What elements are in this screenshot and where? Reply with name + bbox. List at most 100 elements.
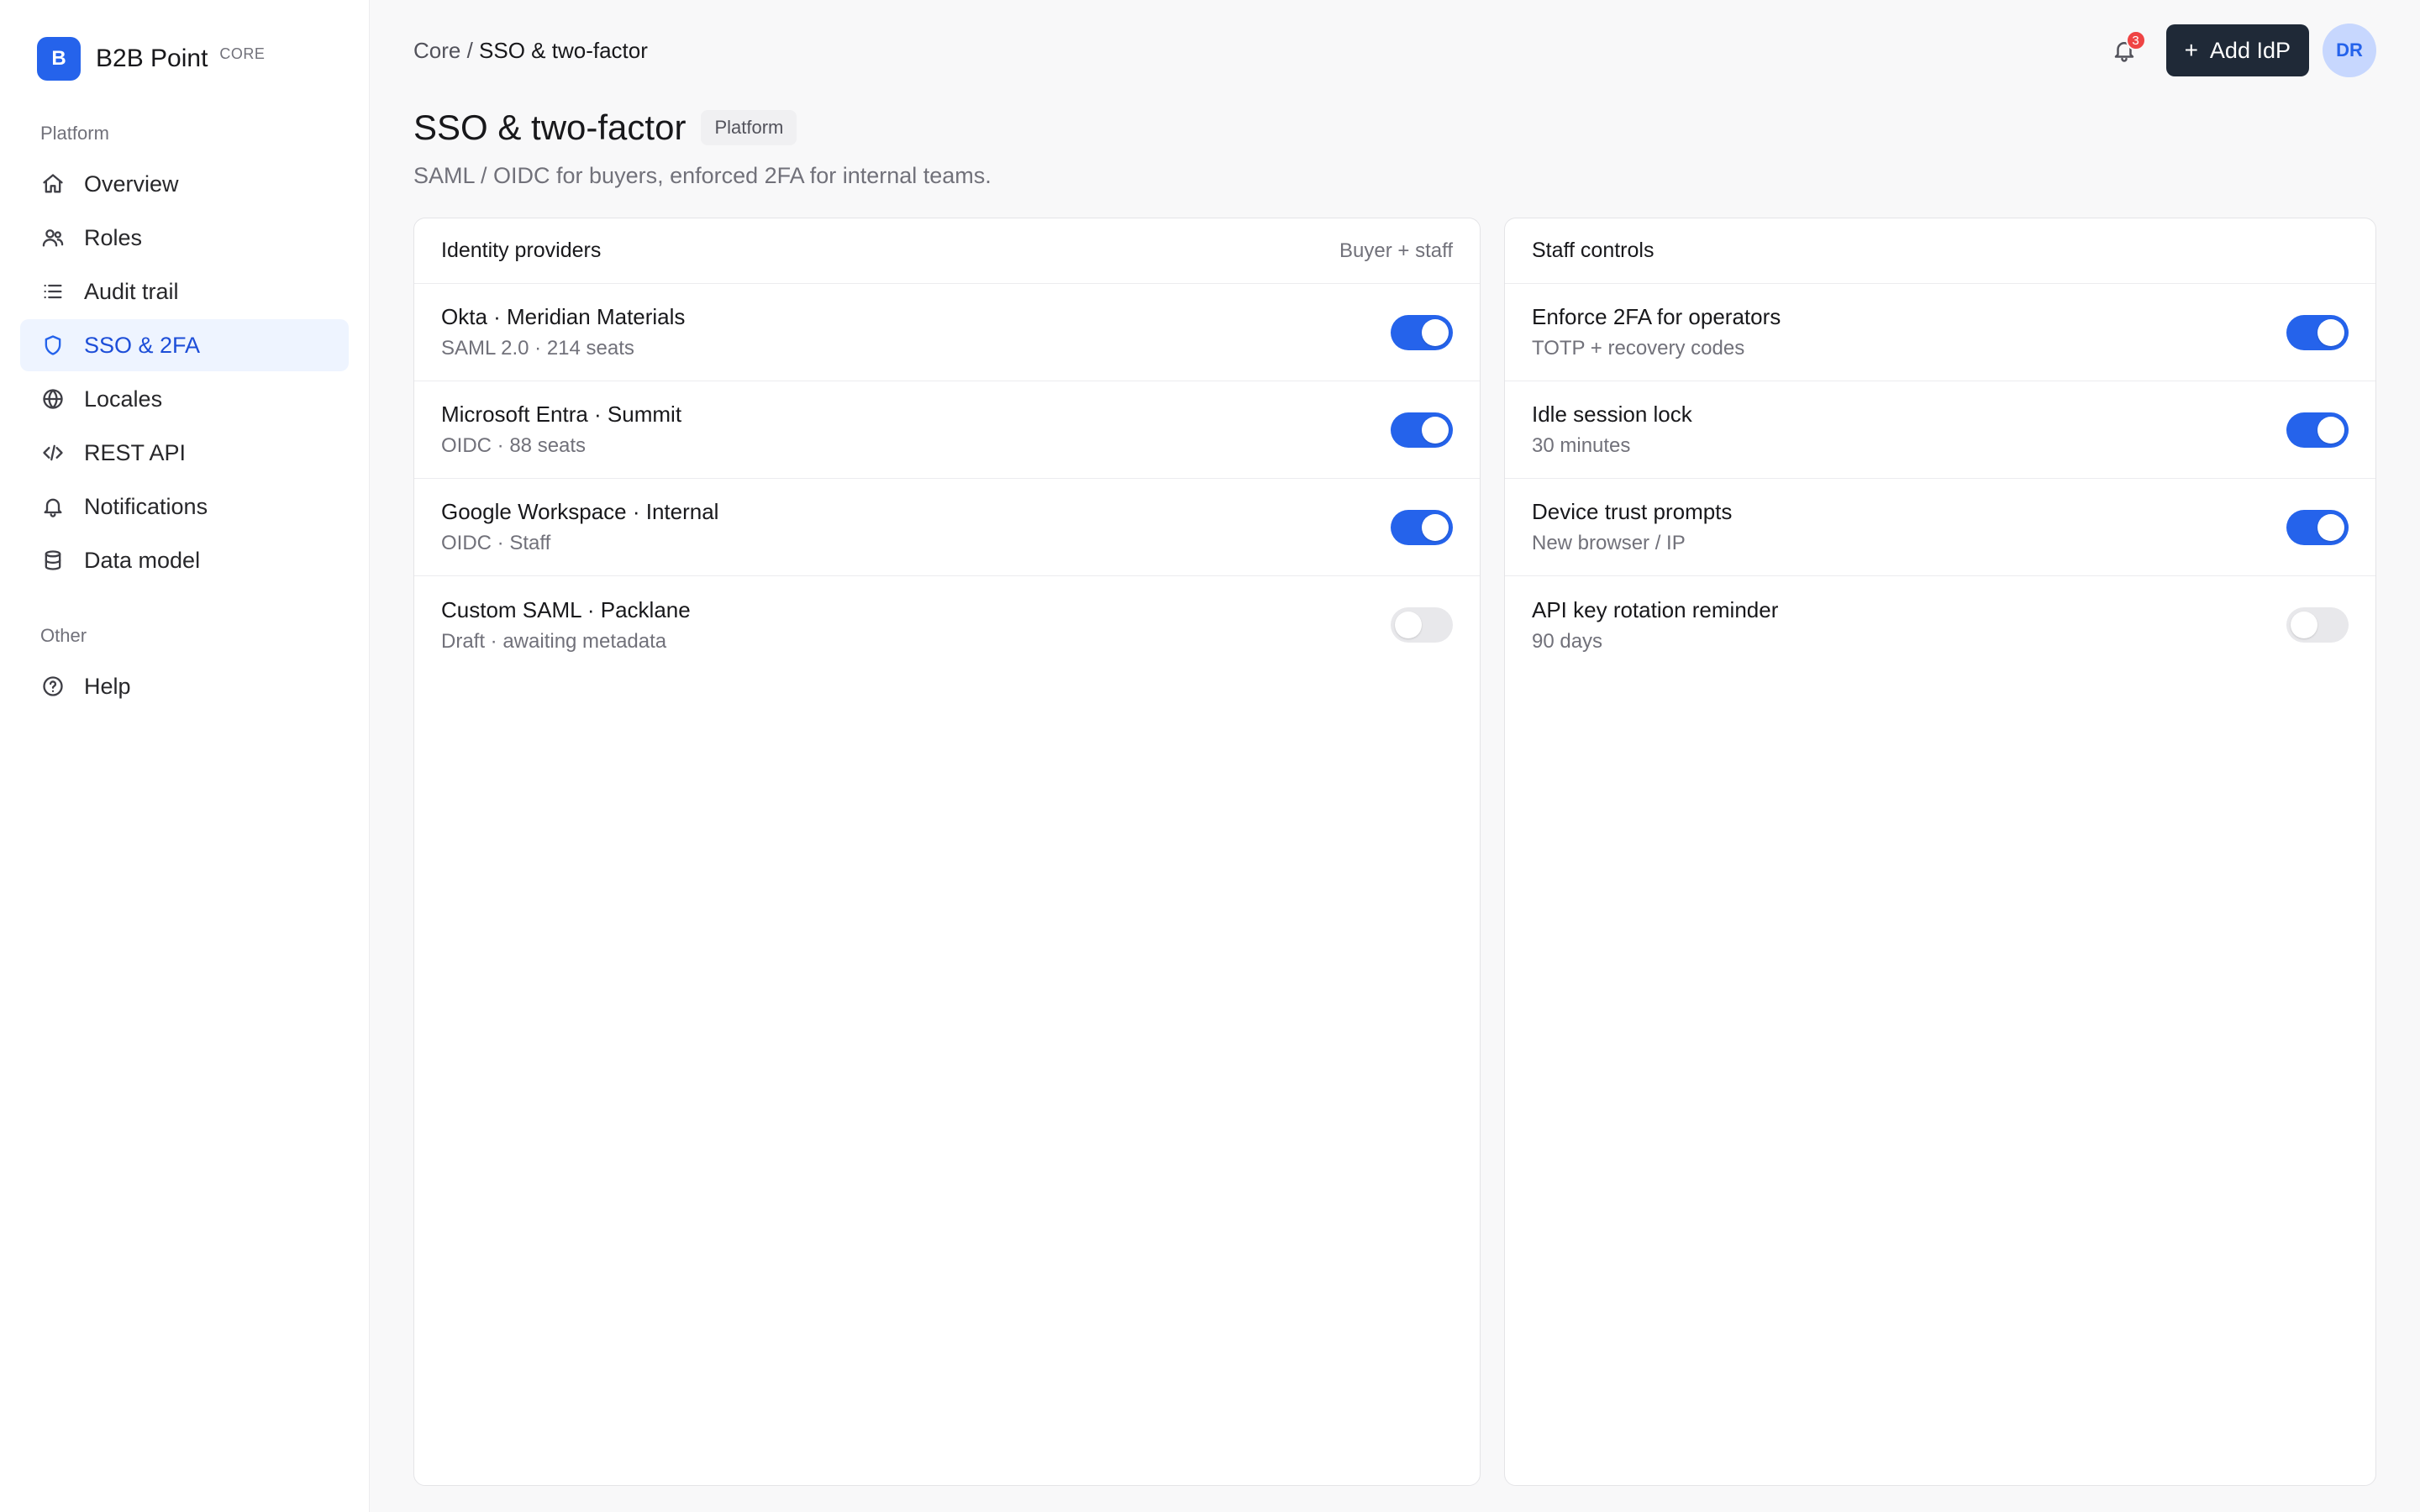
sidebar-item-label: Data model [84, 547, 201, 573]
control-toggle[interactable] [2286, 607, 2349, 643]
row-subtitle: 90 days [1532, 629, 1603, 653]
row-title: Custom SAML · Packlane [441, 596, 691, 622]
topbar: Core / SSO & two-factor 3 + Add IdP DR [413, 0, 2376, 101]
card-header: Identity providers Buyer + staff [414, 218, 1480, 284]
brand-tag: CORE [219, 45, 266, 62]
sidebar-item-help[interactable]: Help [20, 660, 349, 712]
idp-toggle[interactable] [1391, 509, 1453, 545]
toggle-knob [2317, 416, 2344, 444]
home-icon [40, 171, 66, 197]
toggle-knob [1422, 513, 1449, 541]
notifications-button[interactable]: 3 [2107, 30, 2146, 67]
toggle-knob [1422, 318, 1449, 346]
card-header: Staff controls [1505, 218, 2375, 284]
sidebar-item-data-model[interactable]: Data model [20, 534, 349, 586]
control-toggle[interactable] [2286, 412, 2349, 448]
top-actions: 3 + Add IdP DR [2107, 24, 2376, 77]
row-subtitle: SAML 2.0 · 214 seats [441, 337, 634, 360]
sidebar-item-overview[interactable]: Overview [20, 158, 349, 210]
idp-row: Microsoft Entra · Summit OIDC · 88 seats [414, 381, 1480, 479]
row-title: Google Workspace · Internal [441, 499, 719, 524]
section-chip: Platform [701, 110, 797, 145]
list-icon [40, 279, 66, 304]
row-text: Idle session lock 30 minutes [1532, 402, 1692, 458]
row-title: API key rotation reminder [1532, 596, 1779, 622]
users-icon [40, 225, 66, 250]
cards: Identity providers Buyer + staff Okta · … [413, 218, 2376, 1486]
notification-count-badge: 3 [2125, 30, 2146, 50]
toggle-knob [1395, 612, 1422, 638]
page-subtitle: SAML / OIDC for buyers, enforced 2FA for… [413, 163, 992, 188]
brand-logo: B [37, 37, 81, 81]
sidebar-item-rest-api[interactable]: REST API [20, 427, 349, 479]
bell-icon [40, 494, 66, 519]
row-subtitle: New browser / IP [1532, 532, 1686, 554]
toggle-knob [2317, 513, 2344, 541]
idp-row: Custom SAML · Packlane Draft · awaiting … [414, 576, 1480, 674]
sidebar-item-label: Help [84, 673, 131, 699]
control-row: Device trust prompts New browser / IP [1505, 479, 2375, 576]
card-title: Staff controls [1532, 239, 1655, 262]
plus-icon: + [2184, 37, 2198, 63]
title-row: SSO & two-factor Platform [413, 108, 2376, 148]
card-title: Identity providers [441, 239, 602, 262]
idp-toggle[interactable] [1391, 314, 1453, 350]
sidebar-item-label: Roles [84, 224, 143, 250]
sidebar-item-audit-trail[interactable]: Audit trail [20, 265, 349, 318]
row-text: Google Workspace · Internal OIDC · Staff [441, 499, 718, 555]
card-meta: Buyer + staff [1339, 239, 1453, 262]
row-title: Idle session lock [1532, 402, 1692, 427]
main-content: Core / SSO & two-factor 3 + Add IdP DR S… [370, 0, 2420, 1512]
sidebar-item-roles[interactable]: Roles [20, 212, 349, 264]
app-root: B B2B Point CORE Platform Overview Roles… [0, 0, 2420, 1512]
idp-toggle[interactable] [1391, 607, 1453, 643]
row-subtitle: Draft · awaiting metadata [441, 629, 667, 653]
add-idp-button[interactable]: + Add IdP [2165, 24, 2309, 76]
staff-controls-card: Staff controls Enforce 2FA for operators… [1504, 218, 2376, 1486]
row-subtitle: 30 minutes [1532, 434, 1631, 457]
row-text: Device trust prompts New browser / IP [1532, 499, 1732, 555]
page-title: SSO & two-factor [413, 108, 687, 147]
idp-row: Okta · Meridian Materials SAML 2.0 · 214… [414, 284, 1480, 381]
toggle-knob [2317, 318, 2344, 346]
row-subtitle: OIDC · 88 seats [441, 434, 587, 457]
breadcrumb-parent[interactable]: Core / [413, 38, 473, 63]
sidebar-item-locales[interactable]: Locales [20, 373, 349, 425]
breadcrumb: Core / SSO & two-factor [413, 38, 648, 64]
sidebar-item-label: SSO & 2FA [84, 332, 201, 358]
help-circle-icon [40, 674, 66, 699]
control-toggle[interactable] [2286, 509, 2349, 545]
toggle-knob [2291, 612, 2317, 638]
row-text: Custom SAML · Packlane Draft · awaiting … [441, 597, 691, 654]
row-text: Microsoft Entra · Summit OIDC · 88 seats [441, 402, 681, 458]
avatar[interactable]: DR [2323, 24, 2376, 77]
brand-name: B2B Point [96, 45, 208, 72]
sidebar-item-label: Notifications [84, 493, 208, 519]
idp-toggle[interactable] [1391, 412, 1453, 448]
row-title: Enforce 2FA for operators [1532, 304, 1781, 329]
sidebar: B B2B Point CORE Platform Overview Roles… [0, 0, 370, 1512]
sidebar-item-label: Locales [84, 386, 163, 412]
control-row: Enforce 2FA for operators TOTP + recover… [1505, 284, 2375, 381]
row-subtitle: TOTP + recovery codes [1532, 337, 1745, 360]
row-title: Microsoft Entra · Summit [441, 402, 682, 427]
sidebar-item-sso-2fa[interactable]: SSO & 2FA [20, 319, 349, 371]
control-row: API key rotation reminder 90 days [1505, 576, 2375, 674]
row-title: Okta · Meridian Materials [441, 304, 686, 329]
sidebar-item-notifications[interactable]: Notifications [20, 480, 349, 533]
brand[interactable]: B B2B Point CORE [20, 37, 349, 81]
sidebar-item-label: REST API [84, 439, 187, 465]
sidebar-item-label: Audit trail [84, 278, 179, 304]
identity-providers-card: Identity providers Buyer + staff Okta · … [413, 218, 1481, 1486]
row-text: Okta · Meridian Materials SAML 2.0 · 214… [441, 304, 685, 360]
nav-section-platform: Platform [40, 123, 109, 144]
toggle-knob [1422, 416, 1449, 444]
breadcrumb-current: SSO & two-factor [479, 37, 648, 63]
row-title: Device trust prompts [1532, 499, 1733, 524]
add-idp-label: Add IdP [2209, 37, 2291, 63]
page-header: SSO & two-factor Platform SAML / OIDC fo… [413, 108, 2376, 189]
code-icon [40, 440, 66, 465]
control-toggle[interactable] [2286, 314, 2349, 350]
row-text: API key rotation reminder 90 days [1532, 597, 1778, 654]
idp-row: Google Workspace · Internal OIDC · Staff [414, 479, 1480, 576]
